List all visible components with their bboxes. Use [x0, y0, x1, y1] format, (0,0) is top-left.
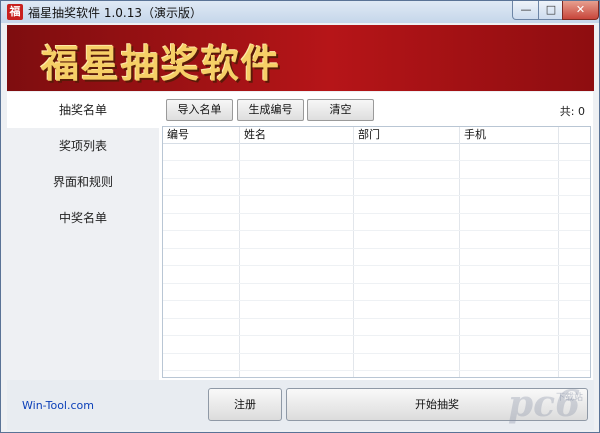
app-logo-icon: 福: [7, 4, 23, 20]
entry-table[interactable]: 编号 姓名 部门 手机: [162, 126, 591, 378]
grid-column-line: [459, 127, 460, 377]
sidebar-item-draw-list[interactable]: 抽奖名单: [7, 92, 159, 128]
column-header-extra[interactable]: [559, 127, 590, 143]
website-link[interactable]: Win-Tool.com: [22, 399, 94, 412]
grid-row-line: [163, 265, 590, 266]
grid-column-line: [353, 127, 354, 377]
grid-row-line: [163, 353, 590, 354]
total-count: 共: 0: [559, 105, 585, 118]
grid-row-line: [163, 160, 590, 161]
grid-row-line: [163, 213, 590, 214]
grid-row-line: [163, 230, 590, 231]
register-button[interactable]: 注册: [208, 388, 282, 421]
column-header-phone[interactable]: 手机: [460, 127, 558, 143]
table-header: 编号 姓名 部门 手机: [163, 127, 590, 144]
window-title: 福星抽奖软件 1.0.13（演示版）: [28, 6, 202, 20]
close-button[interactable]: ✕: [562, 1, 599, 20]
clear-button[interactable]: 清空: [307, 99, 374, 121]
grid-row-line: [163, 335, 590, 336]
title-bar: 福 福星抽奖软件 1.0.13（演示版） — □ ✕: [1, 1, 599, 23]
main-panel: 导入名单 生成编号 清空 共: 0 编号 姓名 部门 手机: [159, 92, 593, 380]
sidebar-item-winners[interactable]: 中奖名单: [7, 200, 159, 236]
column-header-name[interactable]: 姓名: [240, 127, 353, 143]
column-header-number[interactable]: 编号: [163, 127, 239, 143]
minimize-button[interactable]: —: [512, 1, 540, 20]
maximize-button[interactable]: □: [538, 1, 564, 20]
grid-row-line: [163, 370, 590, 371]
sidebar-item-prize-list[interactable]: 奖项列表: [7, 128, 159, 164]
grid-row-line: [163, 178, 590, 179]
generate-number-button[interactable]: 生成编号: [237, 99, 304, 121]
grid-column-line: [239, 127, 240, 377]
banner-title: 福星抽奖软件: [41, 42, 282, 86]
grid-column-line: [558, 127, 559, 377]
grid-row-line: [163, 248, 590, 249]
app-window: 福 福星抽奖软件 1.0.13（演示版） — □ ✕ 福星抽奖软件 抽奖名单 奖…: [0, 0, 600, 433]
column-header-department[interactable]: 部门: [354, 127, 459, 143]
grid-row-line: [163, 283, 590, 284]
grid-row-line: [163, 300, 590, 301]
header-banner: 福星抽奖软件: [7, 25, 594, 91]
footer-bar: Win-Tool.com 注册 开始抽奖: [7, 380, 594, 430]
import-list-button[interactable]: 导入名单: [166, 99, 233, 121]
grid-row-line: [163, 195, 590, 196]
grid-row-line: [163, 318, 590, 319]
sidebar-item-ui-rules[interactable]: 界面和规则: [7, 164, 159, 200]
sidebar: 抽奖名单 奖项列表 界面和规则 中奖名单: [7, 92, 159, 380]
watermark-caption: 下载站: [556, 393, 584, 403]
